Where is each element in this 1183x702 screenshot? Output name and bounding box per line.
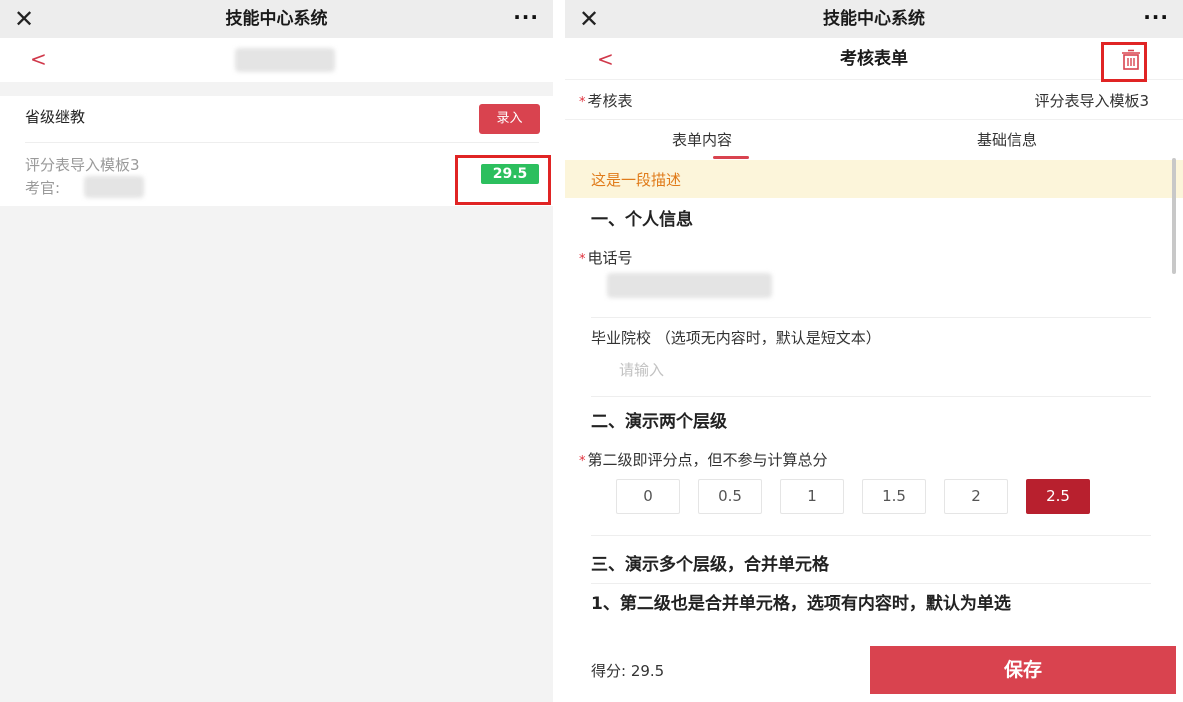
tab-bar: 表单内容 基础信息 (565, 120, 1183, 160)
active-tab-indicator (713, 156, 749, 159)
more-menu-icon[interactable]: ··· (1143, 0, 1169, 34)
description-banner: 这是一段描述 (565, 160, 1183, 198)
back-icon[interactable]: < (30, 46, 47, 72)
window-title: 技能中心系统 (823, 9, 925, 29)
window-title: 技能中心系统 (225, 9, 328, 29)
exam-table-label: * 考核表 (579, 90, 633, 111)
entry-button[interactable]: 录入 (479, 104, 540, 134)
required-asterisk: * (579, 454, 586, 469)
section-heading-3: 三、演示多个层级，合并单元格 (591, 555, 829, 575)
phone-label-text: 电话号 (587, 249, 633, 267)
school-input[interactable]: 请输入 (619, 359, 664, 380)
footer-bar: 得分: 29.5 保存 (565, 646, 1183, 694)
divider (591, 535, 1151, 536)
exam-item-title[interactable]: 评分表导入模板3 (25, 154, 140, 175)
window-topbar: ✕ 技能中心系统 ··· (565, 0, 1183, 38)
section-title: 省级继教 (25, 108, 86, 126)
tab-basic-info[interactable]: 基础信息 (977, 129, 1037, 150)
tab-form-content[interactable]: 表单内容 (672, 129, 732, 150)
exam-table-value: 评分表导入模板3 (1034, 92, 1149, 110)
nav-bar: < 考核表单 (565, 38, 1183, 80)
page-title: 考核表单 (840, 49, 908, 69)
divider (25, 142, 539, 143)
section-heading-2: 二、演示两个层级 (591, 412, 727, 432)
score-option-0[interactable]: 0 (616, 479, 680, 514)
score-option-1-5[interactable]: 1.5 (862, 479, 926, 514)
required-asterisk: * (579, 252, 586, 267)
score-option-1[interactable]: 1 (780, 479, 844, 514)
divider (591, 583, 1151, 584)
phone-field-value[interactable] (607, 273, 772, 298)
phone-label: * 电话号 (579, 247, 633, 268)
more-menu-icon[interactable]: ··· (513, 0, 539, 34)
save-button[interactable]: 保存 (870, 646, 1176, 694)
divider (591, 396, 1151, 397)
sub-question-heading: 1、第二级也是合并单元格，选项有内容时，默认为单选 (591, 594, 1011, 614)
divider (591, 317, 1151, 318)
nav-bar: < (0, 38, 553, 82)
window-topbar: ✕ 技能中心系统 ··· (0, 0, 553, 38)
exam-table-row[interactable]: * 考核表 评分表导入模板3 (565, 80, 1183, 120)
score-option-2[interactable]: 2 (944, 479, 1008, 514)
right-screen: ✕ 技能中心系统 ··· < 考核表单 * 考核表 评分表导入模板3 表单内容 基… (565, 0, 1183, 702)
required-asterisk: * (579, 95, 586, 110)
highlight-box (455, 155, 551, 205)
score-option-0-5[interactable]: 0.5 (698, 479, 762, 514)
level2-label-text: 第二级即评分点，但不参与计算总分 (587, 451, 828, 469)
total-score: 得分: 29.5 (591, 662, 665, 680)
highlight-box (1101, 42, 1147, 82)
level2-label: * 第二级即评分点，但不参与计算总分 (579, 449, 828, 470)
examiner-label: 考官: (25, 179, 61, 197)
exam-table-label-text: 考核表 (587, 92, 633, 110)
blurred-examiner-name (84, 176, 144, 198)
description-text: 这是一段描述 (591, 171, 682, 189)
left-screen: ✕ 技能中心系统 ··· < 省级继教 录入 评分表导入模板3 考官: 29.5 (0, 0, 553, 702)
school-label: 毕业院校 （选项无内容时，默认是短文本） (591, 329, 881, 347)
score-option-2-5[interactable]: 2.5 (1026, 479, 1090, 514)
section-heading-1: 一、个人信息 (591, 210, 693, 230)
scrollbar[interactable] (1172, 158, 1176, 274)
blurred-nav-title (235, 48, 335, 72)
